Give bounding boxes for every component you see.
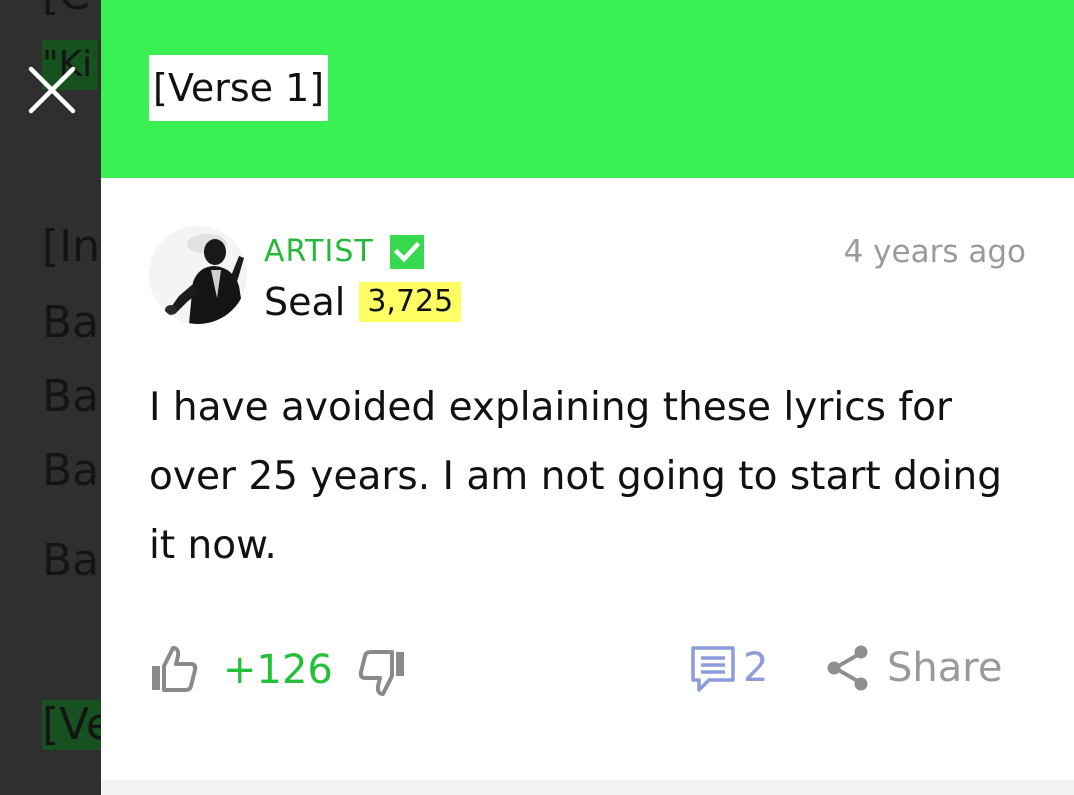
panel-header: [Verse 1] bbox=[101, 0, 1074, 178]
verse-label[interactable]: [Verse 1] bbox=[149, 55, 329, 121]
close-button[interactable] bbox=[26, 64, 78, 116]
share-icon bbox=[827, 645, 868, 691]
annotation-text: I have avoided explaining these lyrics f… bbox=[149, 385, 1002, 568]
comment-icon bbox=[691, 646, 735, 692]
background-lyric-line: Ba bbox=[42, 445, 100, 496]
avatar-image bbox=[149, 226, 247, 324]
iq-badge: 3,725 bbox=[359, 282, 462, 322]
annotation-panel: [Verse 1] ARTIST Seal 3,725 4 years ago … bbox=[101, 0, 1074, 795]
author-name-row: Seal 3,725 bbox=[264, 278, 462, 326]
share-label: Share bbox=[887, 645, 1003, 691]
screen: [C "Ki [In Ba Ba Ba Ba [Ve [Verse 1] bbox=[0, 0, 1074, 795]
comment-count: 2 bbox=[743, 645, 769, 691]
thumbs-up-icon bbox=[152, 646, 198, 692]
background-lyric-line: [C bbox=[42, 0, 90, 20]
share-button[interactable]: Share bbox=[825, 640, 1002, 696]
close-icon bbox=[28, 66, 76, 114]
timestamp: 4 years ago bbox=[843, 234, 1026, 270]
background-lyric-line: Ba bbox=[42, 297, 100, 348]
verified-check-icon bbox=[389, 235, 424, 269]
upvote-button[interactable] bbox=[149, 644, 199, 694]
author-name[interactable]: Seal bbox=[264, 278, 345, 326]
thumbs-down-icon bbox=[358, 650, 404, 696]
annotation-card: ARTIST Seal 3,725 4 years ago I have avo… bbox=[101, 178, 1074, 780]
annotation-actions: +126 2 Share bbox=[149, 640, 1009, 700]
background-lyric-line: Ba bbox=[42, 535, 100, 586]
vote-count: +126 bbox=[223, 647, 333, 693]
artist-role-label: ARTIST bbox=[264, 234, 374, 269]
background-lyric-line: Ba bbox=[42, 371, 100, 422]
avatar[interactable] bbox=[149, 226, 247, 324]
author-role-row: ARTIST bbox=[264, 232, 424, 272]
downvote-button[interactable] bbox=[357, 648, 407, 698]
comments-button[interactable]: 2 bbox=[689, 640, 768, 696]
background-lyric-line: [In bbox=[42, 221, 101, 272]
